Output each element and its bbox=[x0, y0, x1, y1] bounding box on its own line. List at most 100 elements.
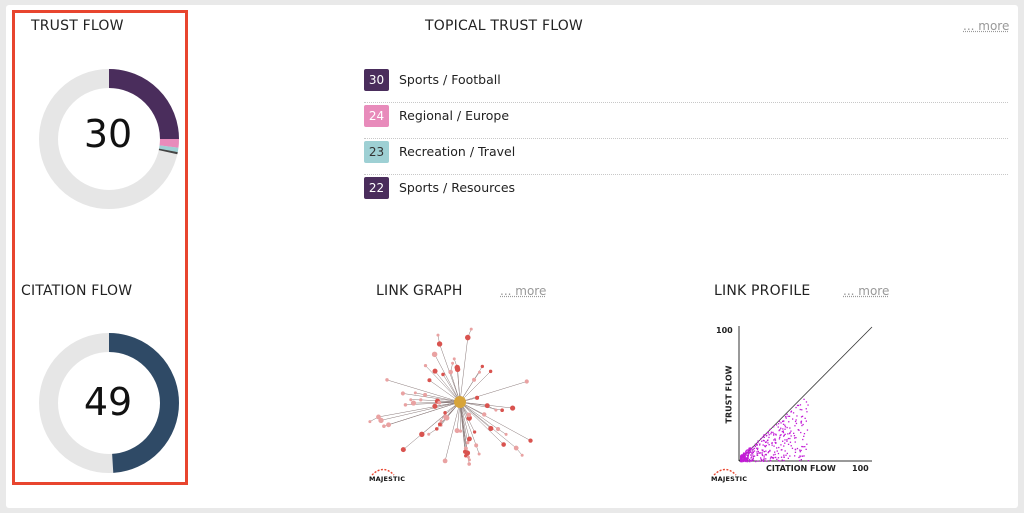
profile-point bbox=[752, 458, 754, 460]
graph-node bbox=[472, 430, 477, 434]
graph-node bbox=[382, 424, 386, 429]
profile-point bbox=[761, 454, 764, 457]
topic-row[interactable]: 22 Sports / Resources bbox=[364, 174, 1008, 210]
profile-point bbox=[765, 450, 767, 452]
profile-point bbox=[795, 422, 798, 425]
profile-point bbox=[799, 449, 801, 451]
link-graph-title: LINK GRAPH bbox=[376, 283, 463, 299]
graph-node bbox=[488, 425, 494, 432]
profile-point bbox=[770, 456, 772, 458]
topic-label: Recreation / Travel bbox=[399, 144, 516, 159]
profile-point bbox=[780, 444, 782, 446]
topical-more-link[interactable]: ... more bbox=[963, 19, 1009, 33]
profile-point bbox=[746, 449, 748, 451]
graph-node bbox=[501, 442, 506, 447]
graph-node bbox=[386, 422, 392, 428]
profile-point bbox=[795, 419, 797, 421]
profile-point bbox=[757, 442, 759, 444]
profile-point bbox=[768, 451, 770, 453]
profile-point bbox=[782, 431, 785, 434]
profile-point bbox=[785, 415, 787, 418]
graph-node bbox=[465, 334, 471, 341]
profile-point bbox=[775, 456, 777, 459]
profile-point bbox=[747, 452, 749, 455]
profile-point bbox=[793, 435, 796, 437]
profile-point bbox=[752, 448, 754, 450]
profile-point bbox=[786, 426, 788, 429]
y-axis-label: TRUST FLOW bbox=[724, 365, 734, 424]
profile-point bbox=[790, 435, 792, 437]
profile-point bbox=[757, 460, 759, 462]
topic-label: Sports / Resources bbox=[399, 180, 516, 195]
profile-point bbox=[785, 417, 787, 419]
profile-point bbox=[801, 424, 803, 427]
profile-point bbox=[770, 431, 773, 433]
graph-node bbox=[451, 361, 455, 365]
link-graph-more-link[interactable]: ... more bbox=[500, 284, 546, 298]
profile-point bbox=[768, 434, 770, 436]
graph-node bbox=[443, 414, 449, 420]
profile-point bbox=[742, 460, 744, 462]
link-profile-more-link[interactable]: ... more bbox=[843, 284, 889, 298]
profile-point bbox=[792, 412, 795, 414]
profile-point bbox=[794, 448, 797, 450]
profile-point bbox=[747, 455, 749, 457]
x-axis-label: CITATION FLOW bbox=[766, 464, 836, 473]
graph-node bbox=[494, 408, 498, 412]
link-profile-plot[interactable] bbox=[738, 325, 874, 463]
graph-node bbox=[431, 351, 438, 358]
profile-point bbox=[788, 415, 791, 417]
profile-point bbox=[796, 447, 799, 450]
graph-node bbox=[403, 403, 408, 407]
profile-point bbox=[803, 435, 805, 437]
profile-point bbox=[784, 426, 787, 428]
profile-point bbox=[776, 450, 778, 452]
profile-point bbox=[741, 460, 743, 462]
topic-row[interactable]: 23 Recreation / Travel bbox=[364, 138, 1008, 175]
graph-node bbox=[466, 455, 470, 459]
profile-point bbox=[742, 458, 745, 461]
profile-point bbox=[793, 432, 795, 434]
topic-row[interactable]: 24 Regional / Europe bbox=[364, 102, 1008, 139]
profile-point bbox=[753, 447, 755, 450]
link-profile-logo-text: MAJESTIC bbox=[711, 475, 748, 483]
link-graph-image[interactable] bbox=[366, 318, 546, 468]
graph-node bbox=[484, 403, 490, 409]
profile-point bbox=[754, 445, 756, 448]
graph-node bbox=[427, 432, 431, 436]
profile-point bbox=[771, 442, 773, 444]
profile-point bbox=[741, 457, 744, 459]
profile-point bbox=[783, 454, 785, 456]
topic-score-badge: 22 bbox=[364, 177, 389, 199]
profile-point bbox=[761, 452, 763, 454]
graph-node bbox=[437, 400, 442, 405]
graph-node bbox=[528, 438, 533, 443]
profile-point bbox=[777, 423, 780, 425]
profile-point bbox=[783, 445, 785, 447]
profile-point bbox=[748, 458, 751, 461]
graph-node bbox=[454, 428, 460, 434]
graph-node bbox=[524, 379, 529, 384]
profile-point bbox=[762, 449, 764, 451]
profile-point bbox=[752, 454, 754, 456]
profile-point bbox=[759, 460, 762, 462]
topic-row[interactable]: 30 Sports / Football bbox=[364, 66, 1008, 103]
graph-node bbox=[520, 453, 524, 457]
profile-point bbox=[773, 434, 775, 436]
profile-point bbox=[786, 452, 788, 455]
profile-point bbox=[766, 439, 769, 442]
x-axis-max-label: 100 bbox=[852, 464, 869, 473]
profile-point bbox=[779, 436, 781, 438]
profile-point bbox=[794, 420, 797, 423]
profile-point bbox=[780, 422, 782, 424]
profile-point bbox=[780, 456, 783, 458]
profile-point bbox=[790, 411, 792, 413]
graph-node bbox=[413, 391, 417, 395]
graph-node bbox=[466, 440, 470, 445]
profile-point bbox=[745, 451, 747, 453]
graph-node bbox=[436, 333, 440, 337]
graph-node bbox=[432, 403, 438, 409]
graph-node bbox=[467, 458, 471, 462]
profile-point bbox=[762, 444, 764, 446]
profile-point bbox=[794, 451, 797, 453]
